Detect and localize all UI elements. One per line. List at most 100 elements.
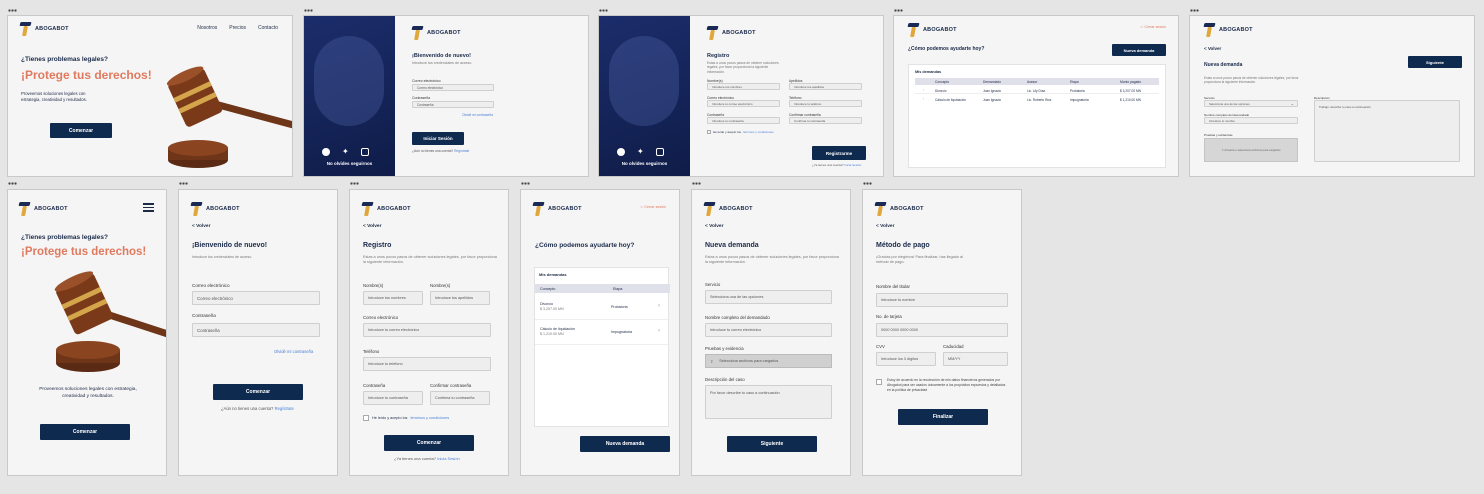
frame-mobile-register: ABOGABOT < Volver Registro Estas a unos … (349, 189, 509, 476)
chevron-right-icon: › (923, 97, 925, 101)
new-case-button[interactable]: Nueva demanda (1112, 44, 1166, 56)
facebook-icon[interactable] (322, 148, 330, 156)
table-row[interactable]: Divorcio $ 3,207.00 MN Probatoria › (535, 298, 670, 320)
logo: ABOGABOT (412, 26, 461, 40)
hamburger-menu-icon[interactable] (143, 203, 154, 212)
confirm-field[interactable]: Confirma tu contraseña (430, 391, 490, 405)
terms-link[interactable]: términos y condiciones (743, 130, 774, 134)
email-field[interactable]: Correo electrónico (412, 84, 494, 91)
back-link[interactable]: < Volver (363, 224, 381, 229)
facebook-icon[interactable] (617, 148, 625, 156)
finish-button[interactable]: Finalizar (898, 409, 988, 425)
page-desc: Estas a unos pocos pasos de obtener solu… (1204, 76, 1299, 85)
description-textarea[interactable]: Trabajo: describe tu caso a continuación (1314, 100, 1460, 162)
logout-link[interactable]: ⇦ Cerrar sesión (640, 205, 666, 209)
login-link[interactable]: Inicia Sesión (437, 456, 460, 461)
login-link[interactable]: Inicia Sesión (844, 163, 861, 167)
page-desc: Estas a unos pocos pasos de obtener solu… (705, 255, 839, 265)
nav-precios[interactable]: Precios (229, 25, 246, 31)
frame-desktop-new-case: ABOGABOT < Volver Nueva demanda Estas a … (1189, 15, 1475, 177)
terms-link[interactable]: términos y condiciones (410, 416, 449, 420)
back-link[interactable]: < Volver (1204, 46, 1221, 51)
twitter-icon[interactable]: ✦ (342, 148, 349, 156)
holder-field[interactable]: Introduce tu nombre (876, 293, 1008, 307)
logo-icon (875, 202, 886, 216)
register-prompt: ¿Aún no tienes una cuenta? Regístrate (221, 406, 294, 411)
frame-handle (8, 9, 17, 12)
chevron-right-icon: › (923, 88, 925, 92)
password-field[interactable]: Contraseña (412, 101, 494, 108)
frame-mobile-dashboard: ABOGABOT ⇦ Cerrar sesión ¿Cómo podemos a… (520, 189, 680, 476)
table-row[interactable]: › Divorcio Juan Ignacio Lic. Lily Díaz P… (915, 87, 1159, 94)
frame-handle (304, 9, 313, 12)
twitter-icon[interactable]: ✦ (637, 148, 644, 156)
expiry-field[interactable]: MM/YY (943, 352, 1008, 366)
password-field[interactable]: Contraseña (192, 323, 320, 337)
page-title: Nueva demanda (705, 242, 759, 249)
start-button[interactable]: Comenzar (50, 123, 112, 138)
back-link[interactable]: < Volver (192, 224, 210, 229)
password-label: Contraseña (412, 96, 431, 100)
description-textarea[interactable]: Por favor describe tu caso a continuació… (705, 385, 832, 419)
nav-nosotros[interactable]: Nosotros (197, 25, 217, 31)
frame-handle (521, 182, 530, 185)
logo: ABOGABOT (362, 202, 411, 216)
logout-icon: ⇦ (1140, 25, 1144, 29)
frame-mobile-new-case: ABOGABOT < Volver Nueva demanda Estas a … (691, 189, 851, 476)
forgot-password-link[interactable]: Olvidé mi contraseña (462, 113, 493, 117)
login-button[interactable]: Comenzar (213, 384, 303, 400)
register-button[interactable]: Registrarme (812, 146, 866, 160)
next-button[interactable]: Siguiente (1408, 56, 1462, 68)
apellido-field[interactable]: Introduce tus apellidos (430, 291, 490, 305)
terms-checkbox[interactable] (707, 130, 711, 134)
confirm-field[interactable]: Confirma tu contraseña (789, 117, 862, 124)
register-button[interactable]: Comenzar (384, 435, 474, 451)
register-link[interactable]: Regístrate (275, 406, 294, 411)
next-button[interactable]: Siguiente (727, 436, 817, 452)
nav-contacto[interactable]: Contacto (258, 25, 278, 31)
nombre-field[interactable]: Introduce tus nombres (363, 291, 423, 305)
back-link[interactable]: < Volver (705, 224, 723, 229)
cvv-field[interactable]: Introduce los 3 dígitos (876, 352, 936, 366)
table-row[interactable]: › Cálculo de liquidación Juan Ignacio Li… (915, 96, 1159, 103)
page-title: Registro (363, 242, 392, 249)
telefono-field[interactable]: Introduce tu teléfono (789, 100, 862, 107)
card-title: Mis demandas (539, 272, 567, 277)
login-button[interactable]: Iniciar Sesión (412, 132, 464, 145)
confirm-label: Confirmar contraseña (430, 383, 472, 388)
start-button[interactable]: Comenzar (40, 424, 130, 440)
evidence-dropzone[interactable]: ⇧ Selecciona archivos para cargarlos (705, 354, 832, 368)
page-title: Registro (707, 53, 730, 59)
password-label: Contraseña (192, 313, 216, 318)
terms-checkbox[interactable] (363, 415, 369, 421)
name-field[interactable]: Introduce tu nombre (1204, 117, 1298, 124)
logo-icon (704, 202, 715, 216)
instagram-icon[interactable] (360, 148, 369, 156)
back-link[interactable]: < Volver (876, 224, 894, 229)
email-field[interactable]: Correo electrónico (192, 291, 320, 305)
password-field[interactable]: Introduce tu contraseña (707, 117, 780, 124)
table-row[interactable]: Cálculo de liquidación $ 1,210.00 MN Imp… (535, 323, 670, 345)
card-number-field[interactable]: 0000 0000 0000 0000 (876, 323, 1008, 337)
logo: ABOGABOT (19, 202, 68, 216)
instagram-icon[interactable] (655, 148, 664, 156)
forgot-password-link[interactable]: Olvidé mi contraseña (274, 349, 313, 354)
telefono-field[interactable]: Introduce tu teléfono (363, 357, 491, 371)
logout-link[interactable]: ⇦ Cerrar sesión (1140, 25, 1166, 29)
service-select[interactable]: Selecciona una de las opciones (705, 290, 832, 304)
password-field[interactable]: Introduce tu contraseña (363, 391, 423, 405)
name-field[interactable]: Introduce tu correo electrónico (705, 323, 832, 337)
evidence-dropzone[interactable]: ⇧ Arrastra o selecciona archivos para ca… (1204, 138, 1298, 162)
new-case-button[interactable]: Nueva demanda (580, 436, 670, 452)
service-select[interactable]: Selecciona una de las opciones ⌄ (1204, 100, 1298, 107)
logo-icon (533, 202, 544, 216)
logo: ABOGABOT (908, 23, 957, 37)
consent-checkbox[interactable] (876, 379, 882, 385)
apellido-field[interactable]: Introduce tus apellidos (789, 83, 862, 90)
chevron-right-icon: › (658, 303, 660, 309)
correo-field[interactable]: Introduce tu correo electrónico (707, 100, 780, 107)
nombre-field[interactable]: Introduce tus nombres (707, 83, 780, 90)
correo-field[interactable]: Introduce tu correo electrónico (363, 323, 491, 337)
register-link[interactable]: Regístrate (454, 149, 469, 153)
logo: ABOGABOT (875, 202, 924, 216)
